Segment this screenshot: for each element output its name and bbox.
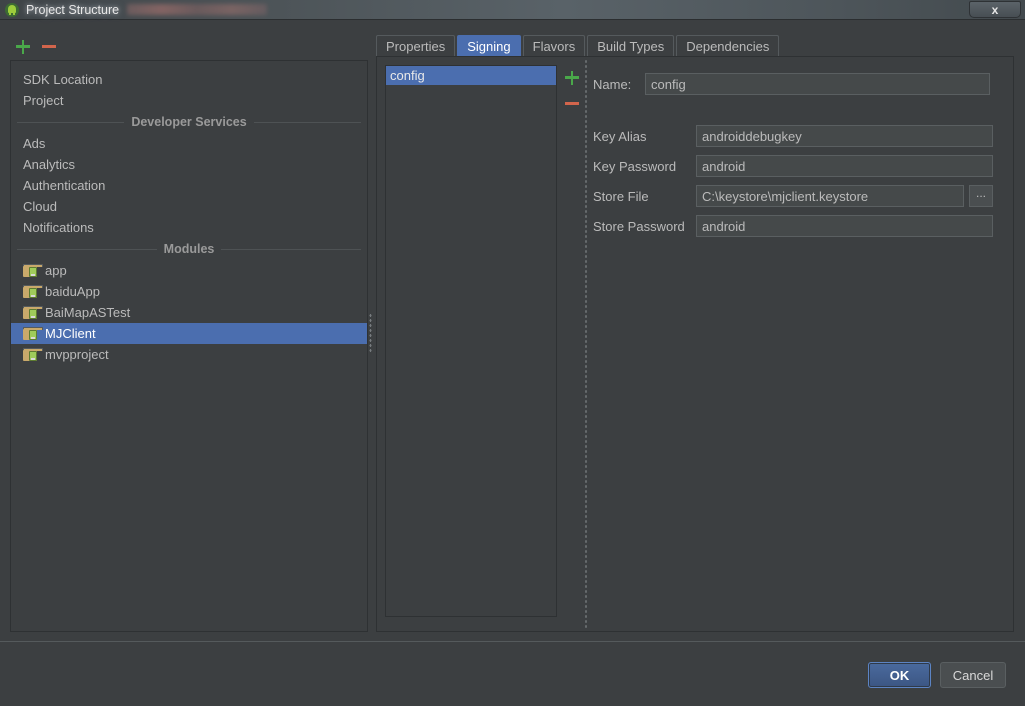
tab-dependencies[interactable]: Dependencies — [676, 35, 780, 57]
name-label: Name: — [593, 76, 632, 92]
project-structure-dialog: Project Structure x SDK Location Project… — [0, 0, 1025, 706]
redacted-title-suffix — [127, 4, 268, 15]
signing-config-item[interactable]: config — [386, 66, 556, 85]
signing-config-toolbar — [561, 65, 583, 125]
module-android-icon — [23, 305, 43, 320]
store-file-input[interactable] — [696, 185, 964, 207]
module-label: app — [45, 263, 67, 278]
module-label: MJClient — [45, 326, 96, 341]
cancel-button[interactable]: Cancel — [940, 662, 1006, 688]
key-alias-label: Key Alias — [593, 128, 647, 144]
tab-properties[interactable]: Properties — [376, 35, 456, 57]
sidebar-item-ads[interactable]: Ads — [11, 133, 367, 154]
sidebar-item-project[interactable]: Project — [11, 90, 367, 111]
window-title: Project Structure — [26, 2, 120, 17]
close-window-button[interactable]: x — [969, 1, 1021, 18]
add-module-button[interactable] — [10, 35, 36, 57]
module-label: baiduApp — [45, 284, 100, 299]
tab-build-types[interactable]: Build Types — [587, 35, 675, 57]
window-titlebar: Project Structure x — [0, 0, 1025, 20]
sidebar-item-module-baimapastest[interactable]: BaiMapASTest — [11, 302, 367, 323]
android-studio-icon — [4, 2, 20, 18]
signing-tabstrip: Properties Signing Flavors Build Types D… — [376, 35, 781, 57]
module-android-icon — [23, 326, 43, 341]
name-input[interactable] — [645, 73, 990, 95]
add-signing-config-button[interactable] — [561, 65, 583, 89]
key-alias-input[interactable] — [696, 125, 993, 147]
key-password-input[interactable] — [696, 155, 993, 177]
module-android-icon — [23, 284, 43, 299]
store-password-label: Store Password — [593, 218, 685, 234]
sidebar-item-authentication[interactable]: Authentication — [11, 175, 367, 196]
store-password-input[interactable] — [696, 215, 993, 237]
module-label: mvpproject — [45, 347, 109, 362]
sidebar-item-module-baiduapp[interactable]: baiduApp — [11, 281, 367, 302]
signing-form-splitter[interactable] — [584, 59, 588, 629]
tab-signing[interactable]: Signing — [457, 35, 521, 57]
sidebar-item-module-mjclient[interactable]: MJClient — [11, 323, 367, 344]
module-android-icon — [23, 347, 43, 362]
sidebar-toolbar — [10, 34, 370, 58]
module-label: BaiMapASTest — [45, 305, 131, 320]
group-header-developer-services: Developer Services — [11, 111, 367, 133]
key-password-label: Key Password — [593, 158, 677, 174]
sidebar-item-module-mvpproject[interactable]: mvpproject — [11, 344, 367, 365]
ok-button[interactable]: OK — [868, 662, 931, 688]
signing-config-list[interactable]: config — [385, 65, 557, 617]
module-android-icon — [23, 263, 43, 278]
signing-panel: config Name: Key Alias Key Password — [376, 56, 1014, 632]
sidebar-item-module-app[interactable]: app — [11, 260, 367, 281]
group-header-label: Modules — [163, 242, 215, 256]
sidebar-item-sdk-location[interactable]: SDK Location — [11, 69, 367, 90]
group-header-modules: Modules — [11, 238, 367, 260]
sidebar-item-notifications[interactable]: Notifications — [11, 217, 367, 238]
browse-store-file-button[interactable]: ... — [969, 185, 993, 207]
sidebar-panel: SDK Location Project Developer Services … — [10, 60, 368, 632]
sidebar-splitter[interactable] — [367, 310, 374, 356]
store-file-label: Store File — [593, 188, 649, 204]
sidebar-item-analytics[interactable]: Analytics — [11, 154, 367, 175]
tab-flavors[interactable]: Flavors — [522, 35, 586, 57]
signing-form: Name: Key Alias Key Password Store File … — [593, 63, 1007, 623]
remove-signing-config-button[interactable] — [561, 89, 583, 115]
remove-module-button[interactable] — [36, 35, 62, 57]
sidebar-item-cloud[interactable]: Cloud — [11, 196, 367, 217]
group-header-label: Developer Services — [131, 115, 247, 129]
